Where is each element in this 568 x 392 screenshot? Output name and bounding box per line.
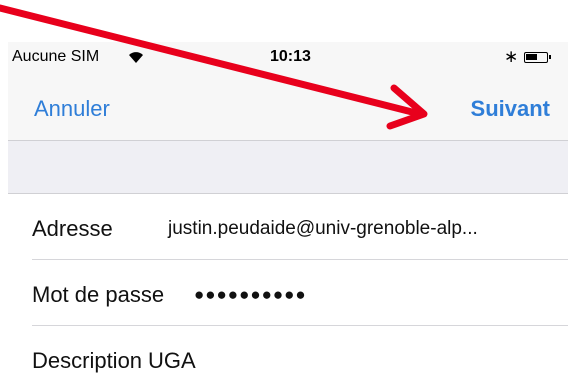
battery-icon [524, 52, 551, 63]
account-form: Adresse justin.peudaide@univ-grenoble-al… [8, 194, 568, 392]
description-label: Description [32, 348, 143, 373]
password-label: Mot de passe [32, 282, 165, 307]
address-row[interactable]: Adresse justin.peudaide@univ-grenoble-al… [8, 194, 568, 260]
address-field[interactable]: justin.peudaide@univ-grenoble-alp... [168, 218, 478, 240]
device-screen: Aucune SIM 10:13 ∗ Annuler Suivant Adres… [8, 42, 568, 392]
status-time: 10:13 [270, 48, 311, 65]
password-row[interactable]: Mot de passe ●●●●●●●●●● [8, 260, 568, 326]
address-label: Adresse [32, 216, 113, 241]
carrier-label: Aucune SIM [12, 48, 100, 65]
status-bar: Aucune SIM 10:13 ∗ [8, 42, 568, 72]
navigation-bar: Annuler Suivant [8, 72, 568, 141]
next-button[interactable]: Suivant [471, 96, 550, 122]
section-spacer [8, 141, 568, 194]
wifi-icon [126, 48, 146, 69]
description-field[interactable]: UGA [148, 348, 196, 374]
battery-nub [549, 55, 551, 59]
cancel-button[interactable]: Annuler [34, 96, 110, 122]
battery-level-fill [526, 54, 537, 60]
description-row[interactable]: Description UGA [8, 326, 568, 392]
password-field[interactable]: ●●●●●●●●●● [194, 285, 307, 305]
bluetooth-icon: ∗ [504, 47, 519, 66]
